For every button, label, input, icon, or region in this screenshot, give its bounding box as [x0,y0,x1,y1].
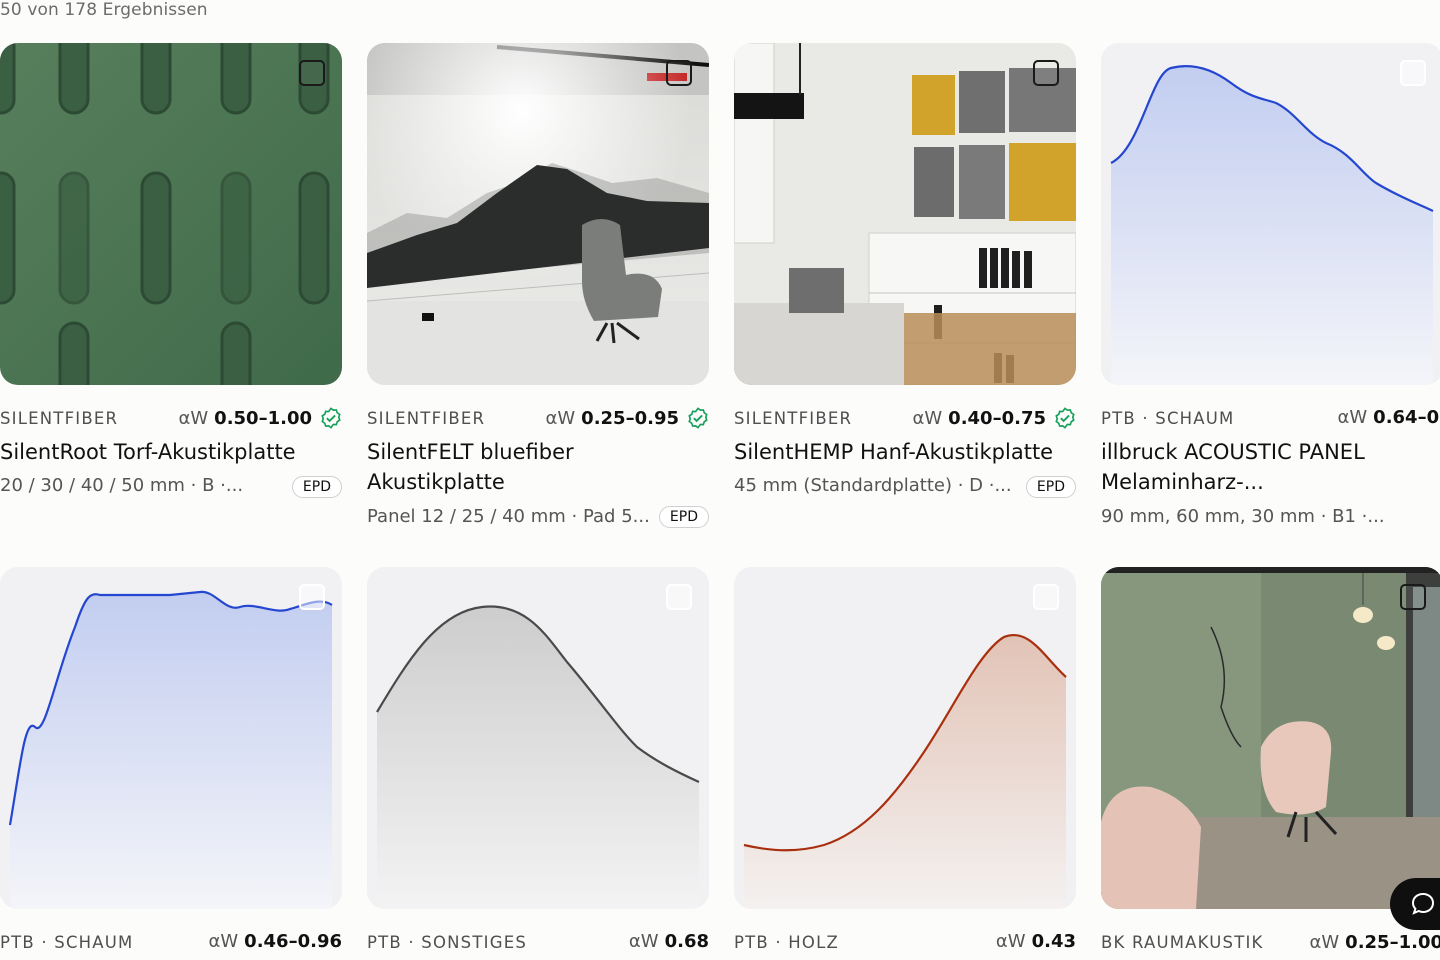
alpha-value: αW0.64–0.82 [1337,407,1440,428]
epd-badge: EPD [291,476,342,498]
product-image[interactable] [734,567,1076,909]
verified-badge-icon [321,407,341,429]
product-title[interactable]: SilentHEMP Hanf-Akustikplatte [734,437,1076,467]
compare-checkbox[interactable] [299,584,325,610]
brand-label: PTB · SONSTIGES [367,933,527,952]
product-image[interactable] [0,567,342,909]
product-spec: 20 / 30 / 40 / 50 mm · B ·... [0,475,244,496]
compare-checkbox[interactable] [1033,60,1059,86]
brand-label: BK RAUMAKUSTIK [1101,933,1264,952]
product-image[interactable] [1101,567,1440,909]
office-acoustic-panels-photo [734,43,1076,385]
product-title[interactable]: SilentRoot Torf-Akustikplatte [0,437,342,467]
brand-label: PTB · HOLZ [734,933,839,952]
absorption-curve-blue [1101,43,1440,385]
verified-badge-icon [1055,407,1075,429]
compare-checkbox[interactable] [1033,584,1059,610]
alpha-value: αW 0.68 [628,931,709,952]
compare-checkbox[interactable] [1400,60,1426,86]
alpha-value: αW 0.25–1.00 [1309,931,1440,953]
absorption-curve-copper [734,567,1076,909]
epd-badge: EPD [1025,476,1076,498]
brand-label: SILENTFIBER [367,409,486,428]
product-title[interactable]: illbruck ACOUSTIC PANEL Melaminharz-... [1101,437,1440,497]
product-image[interactable] [1101,43,1440,385]
chat-bubble-icon [1411,892,1435,915]
alpha-value: αW 0.50–1.00 [179,407,343,429]
product-title[interactable]: SilentFELT bluefiber Akustikplatte [367,437,709,497]
brand-label: PTB · SCHAUM [1101,409,1235,428]
epd-badge: EPD [658,506,709,528]
verified-badge-icon [688,407,708,429]
brand-label: SILENTFIBER [0,409,119,428]
chat-button[interactable] [1390,878,1440,930]
product-spec: 90 mm, 60 mm, 30 mm · B1 ·... [1101,506,1385,527]
compare-checkbox[interactable] [666,584,692,610]
compare-checkbox[interactable] [1400,584,1426,610]
product-image[interactable] [0,43,342,385]
product-image[interactable] [734,43,1076,385]
brand-label: PTB · SCHAUM [0,933,134,952]
compare-checkbox[interactable] [666,60,692,86]
results-count: 50 von 178 Ergebnissen [0,0,208,20]
product-spec: Panel 12 / 25 / 40 mm · Pad 5... [367,506,650,527]
alpha-value: αW 0.40–0.75 [913,407,1077,429]
alpha-value: αW 0.46–0.96 [208,931,343,952]
product-image[interactable] [367,567,709,909]
compare-checkbox[interactable] [299,60,325,86]
absorption-curve-blue-plateau [0,567,342,909]
product-spec: 45 mm (Standardplatte) · D ·... [734,475,1012,496]
brand-label: SILENTFIBER [734,409,853,428]
product-image[interactable] [367,43,709,385]
alpha-value: αW 0.43 [995,931,1076,952]
alpha-value: αW 0.25–0.95 [546,407,710,429]
lounge-chairs-room-photo [1101,567,1440,909]
mountain-wall-chair-photo [367,43,709,385]
absorption-curve-gray [367,567,709,909]
green-felt-panel-photo [0,43,342,385]
